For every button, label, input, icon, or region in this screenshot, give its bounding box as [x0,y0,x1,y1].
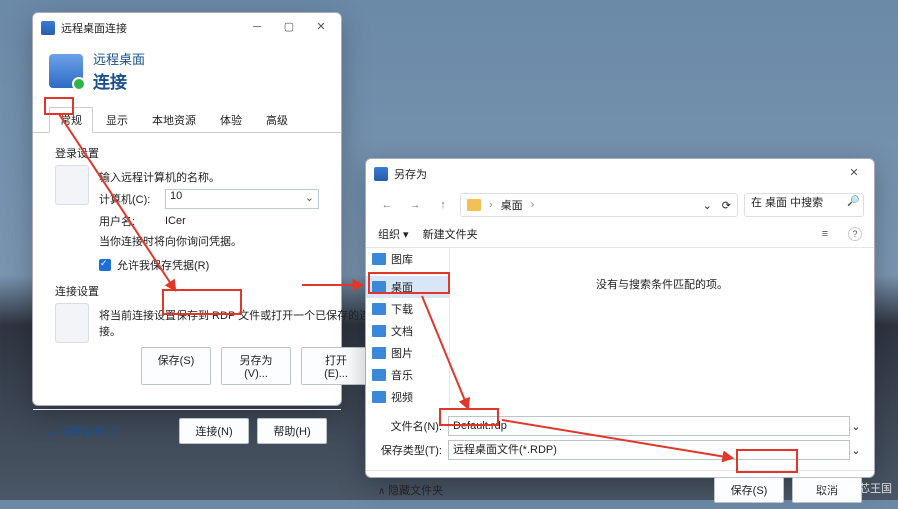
connect-button[interactable]: 连接(N) [179,418,249,444]
file-list[interactable]: 没有与搜索条件匹配的项。 [450,248,874,406]
chevron-down-icon[interactable]: ⌄ [850,444,862,457]
hide-folders-link[interactable]: 隐藏文件夹 [378,482,706,498]
tab-general[interactable]: 常规 [49,107,93,133]
save-button[interactable]: 保存(S) [714,477,784,503]
rdp-app-icon [374,167,388,181]
music-icon [372,369,386,381]
breadcrumb[interactable]: 桌面 ⌄ ⟳ [460,193,738,217]
desktop-icon [372,281,386,293]
dialog-footer: 隐藏选项(O) 连接(N) 帮助(H) [33,409,341,452]
saveas-window: 另存为 ✕ ← → ↑ 桌面 ⌄ ⟳ 在 桌面 中搜索 组织 ▾ 新建文件夹 ≡… [365,158,875,478]
crumb-item[interactable]: 桌面 [501,197,523,213]
help-icon[interactable]: ? [848,227,862,241]
refresh-icon[interactable]: ⟳ [722,199,731,212]
close-button[interactable]: ✕ [842,164,866,184]
conn-group: 将当前连接设置保存到 RDP 文件或打开一个已保存的连接。 保存(S) 另存为(… [55,303,319,387]
forward-button[interactable]: → [404,194,426,216]
open-button[interactable]: 打开(E)... [301,347,371,385]
tree-item: 音乐 [366,364,449,386]
chevron-right-icon [487,199,495,211]
filetype-label: 保存类型(T): [378,442,442,458]
tree-item: 视频 [366,386,449,406]
chevron-down-icon[interactable]: ⌄ [703,199,712,212]
watermark: CSDN @芯王国 [814,480,892,496]
newfolder-button[interactable]: 新建文件夹 [423,226,478,242]
save-creds-checkbox[interactable]: 允许我保存凭据(R) [99,257,319,273]
filetype-select[interactable]: 远程桌面文件(*.RDP) [448,440,850,460]
username-label: 用户名: [99,213,165,229]
save-icon [55,303,89,343]
checkbox-icon [99,259,111,271]
app-header: 远程桌面 连接 [33,43,341,103]
window-title: 远程桌面连接 [61,20,245,36]
empty-message: 没有与搜索条件匹配的项。 [596,276,728,292]
chevron-right-icon [529,199,537,211]
tab-experience[interactable]: 体验 [209,107,253,132]
login-group: 输入远程计算机的名称。 计算机(C): 10 用户名: ICer 当你连接时将向… [55,165,319,275]
rdp-hero-icon [49,54,83,88]
nav-tree[interactable]: 图库 桌面 下载 文档 图片 音乐 视频 大理20240212 [366,248,450,406]
save-button[interactable]: 保存(S) [141,347,211,385]
header-line1: 远程桌面 [93,49,145,68]
login-hint: 输入远程计算机的名称。 [99,169,220,185]
titlebar[interactable]: 远程桌面连接 ─ ▢ ✕ [33,13,341,43]
pictures-icon [372,347,386,359]
computer-label: 计算机(C): [99,191,165,207]
conn-hint: 将当前连接设置保存到 RDP 文件或打开一个已保存的连接。 [99,307,371,339]
organize-menu[interactable]: 组织 ▾ [378,226,409,242]
saveas-footer: 隐藏文件夹 保存(S) 取消 [366,470,874,509]
view-icon[interactable]: ≡ [816,225,834,243]
search-input[interactable]: 在 桌面 中搜索 [744,193,864,217]
maximize-button[interactable]: ▢ [277,18,301,38]
cred-hint: 当你连接时将向你询问凭据。 [99,233,242,249]
tree-item-desktop: 桌面 [366,276,449,298]
tab-strip: 常规 显示 本地资源 体验 高级 [33,107,341,133]
back-button[interactable]: ← [376,194,398,216]
save-creds-label: 允许我保存凭据(R) [117,257,209,273]
tab-panel: 登录设置 输入远程计算机的名称。 计算机(C): 10 用户名: ICer 当你… [33,133,341,409]
saveas-body: 图库 桌面 下载 文档 图片 音乐 视频 大理20240212 没有与搜索条件匹… [366,248,874,406]
videos-icon [372,391,386,403]
minimize-button[interactable]: ─ [245,18,269,38]
command-bar: 组织 ▾ 新建文件夹 ≡ ? [366,221,874,248]
tree-item: 下载 [366,298,449,320]
username-value: ICer [165,215,319,227]
rdp-window: 远程桌面连接 ─ ▢ ✕ 远程桌面 连接 常规 显示 本地资源 体验 高级 登录… [32,12,342,406]
close-button[interactable]: ✕ [309,18,333,38]
rdp-app-icon [41,21,55,35]
folder-icon [467,199,481,211]
tab-display[interactable]: 显示 [95,107,139,132]
tree-item: 图片 [366,342,449,364]
login-group-title: 登录设置 [55,145,319,161]
gallery-icon [372,253,386,265]
downloads-icon [372,303,386,315]
header-line2: 连接 [93,68,145,93]
nav-toolbar: ← → ↑ 桌面 ⌄ ⟳ 在 桌面 中搜索 [366,189,874,221]
chevron-down-icon[interactable]: ⌄ [850,420,862,433]
documents-icon [372,325,386,337]
saveas-button[interactable]: 另存为(V)... [221,347,291,385]
tree-item: 图库 [366,248,449,270]
conn-group-title: 连接设置 [55,283,319,299]
saveas-fields: 文件名(N): ⌄ 保存类型(T): 远程桌面文件(*.RDP) ⌄ [366,406,874,470]
computer-combo[interactable]: 10 [165,189,319,209]
tab-local[interactable]: 本地资源 [141,107,207,132]
identity-icon [55,165,89,205]
tree-item: 文档 [366,320,449,342]
tab-advanced[interactable]: 高级 [255,107,299,132]
help-button[interactable]: 帮助(H) [257,418,327,444]
filename-input[interactable] [448,416,850,436]
filename-label: 文件名(N): [378,418,442,434]
saveas-titlebar[interactable]: 另存为 ✕ [366,159,874,189]
saveas-title: 另存为 [394,166,842,182]
up-button[interactable]: ↑ [432,194,454,216]
hide-options-link[interactable]: 隐藏选项(O) [47,423,171,439]
